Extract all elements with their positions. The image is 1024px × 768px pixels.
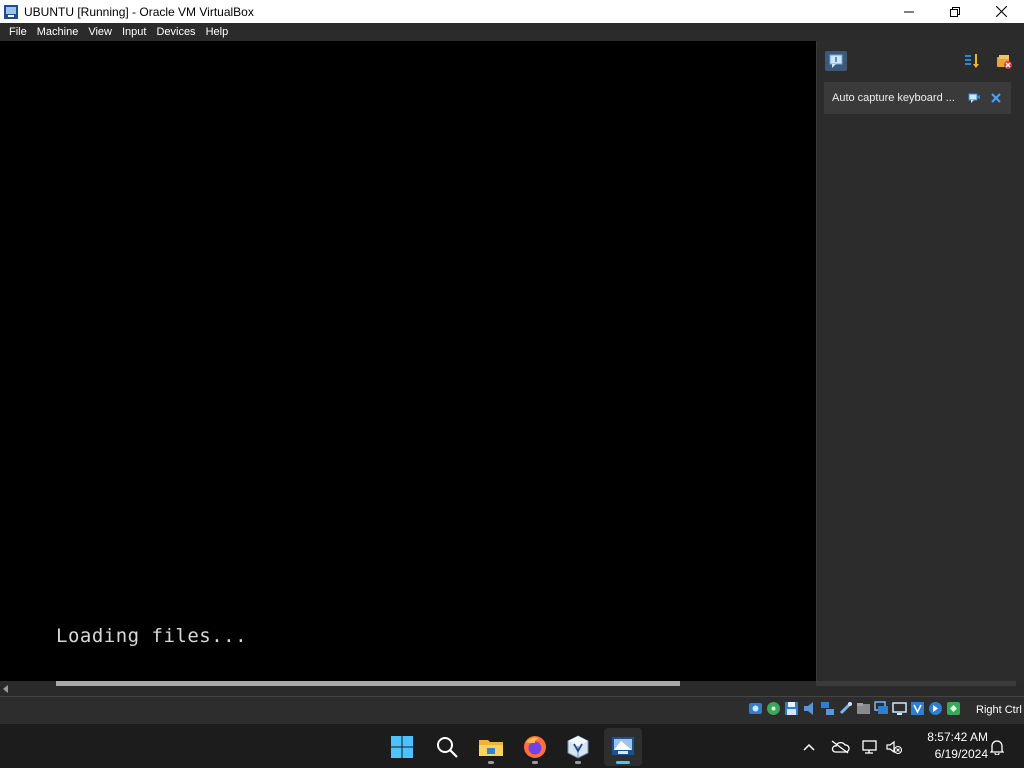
shared-folders-icon[interactable]	[856, 701, 871, 716]
sort-icon	[965, 54, 979, 68]
start-button[interactable]	[383, 728, 421, 766]
clock-date: 6/19/2024	[934, 747, 988, 761]
menu-machine[interactable]: Machine	[32, 23, 84, 41]
notification-item[interactable]: Auto capture keyboard ...	[824, 82, 1011, 114]
vm-display[interactable]: Loading files...	[0, 41, 816, 681]
bell-icon	[990, 739, 1004, 755]
virtualbox-icon	[567, 735, 589, 759]
audio-icon[interactable]	[802, 701, 817, 716]
show-hidden-icons-button[interactable]	[798, 724, 820, 768]
running-indicator	[575, 761, 581, 764]
scrollbar-thumb[interactable]	[56, 681, 680, 686]
menu-input[interactable]: Input	[117, 23, 151, 41]
horizontal-scrollbar[interactable]	[0, 681, 1024, 696]
window-titlebar[interactable]: UBUNTU [Running] - Oracle VM VirtualBox	[0, 0, 1024, 23]
status-indicators	[748, 701, 961, 716]
minimize-icon	[904, 11, 914, 12]
active-indicator	[616, 761, 630, 764]
keyboard-capture-icon[interactable]	[946, 701, 961, 716]
usb-icon[interactable]	[838, 701, 853, 716]
cloud-offline-icon	[831, 739, 850, 754]
floppy-icon[interactable]	[784, 701, 799, 716]
scrollbar-track	[816, 681, 1016, 686]
firefox-button[interactable]	[516, 728, 554, 766]
vm-status-bar: Right Ctrl	[0, 696, 1024, 723]
close-button[interactable]	[978, 0, 1024, 23]
windows-taskbar: 8:57:42 AM 6/19/2024	[0, 723, 1024, 768]
notification-text: Auto capture keyboard ...	[832, 92, 955, 104]
restore-icon	[950, 6, 960, 17]
search-icon	[437, 737, 458, 758]
close-notification-icon[interactable]	[989, 91, 1003, 105]
virtualbox-button[interactable]	[559, 728, 597, 766]
notifications-button[interactable]	[986, 724, 1008, 768]
volume-muted-icon	[886, 740, 902, 754]
close-icon	[995, 6, 1007, 17]
network-status-icon	[862, 739, 877, 754]
toggle-panel-button[interactable]	[825, 51, 847, 71]
running-indicator	[532, 761, 538, 764]
sort-button[interactable]	[961, 51, 983, 71]
search-button[interactable]	[428, 728, 466, 766]
menu-devices[interactable]: Devices	[151, 23, 200, 41]
chevron-up-icon	[803, 743, 815, 751]
firefox-icon	[524, 736, 546, 758]
restore-button[interactable]	[932, 0, 978, 23]
menu-view[interactable]: View	[83, 23, 117, 41]
optical-drive-icon[interactable]	[766, 701, 781, 716]
file-explorer-icon	[479, 740, 503, 756]
file-explorer-button[interactable]	[472, 728, 510, 766]
notification-center-panel: Auto capture keyboard ...	[816, 41, 1024, 696]
display-icon[interactable]	[874, 701, 889, 716]
menu-bar: File Machine View Input Devices Help	[0, 23, 1024, 41]
virtualbox-vm-button[interactable]	[604, 728, 642, 766]
window-title: UBUNTU [Running] - Oracle VM VirtualBox	[24, 4, 254, 19]
panel-toolbar	[817, 41, 1024, 79]
recording-icon[interactable]	[892, 701, 907, 716]
start-icon	[391, 736, 413, 758]
vt-x-icon[interactable]	[910, 701, 925, 716]
console-output: Loading files...	[56, 625, 248, 647]
minimize-button[interactable]	[886, 0, 932, 23]
harddisk-icon[interactable]	[748, 701, 763, 716]
menu-help[interactable]: Help	[201, 23, 234, 41]
taskbar-clock[interactable]: 8:57:42 AM 6/19/2024	[912, 729, 988, 763]
virtualbox-vm-icon	[612, 737, 634, 755]
clear-notifications-icon	[997, 55, 1012, 69]
clock-time: 8:57:42 AM	[927, 730, 988, 744]
menu-file[interactable]: File	[4, 23, 32, 41]
virtualbox-app-icon	[4, 4, 18, 19]
scroll-left-icon[interactable]	[2, 685, 10, 693]
window-controls	[886, 0, 1024, 23]
running-indicator	[488, 761, 494, 764]
mouse-integration-icon[interactable]	[928, 701, 943, 716]
network-icon[interactable]	[820, 701, 835, 716]
network-volume-tray[interactable]	[860, 724, 904, 768]
onedrive-button[interactable]	[828, 724, 852, 768]
message-icon	[829, 54, 843, 68]
pin-icon[interactable]	[967, 91, 981, 105]
clear-all-button[interactable]	[993, 51, 1015, 71]
host-key-label: Right Ctrl	[976, 704, 1022, 716]
